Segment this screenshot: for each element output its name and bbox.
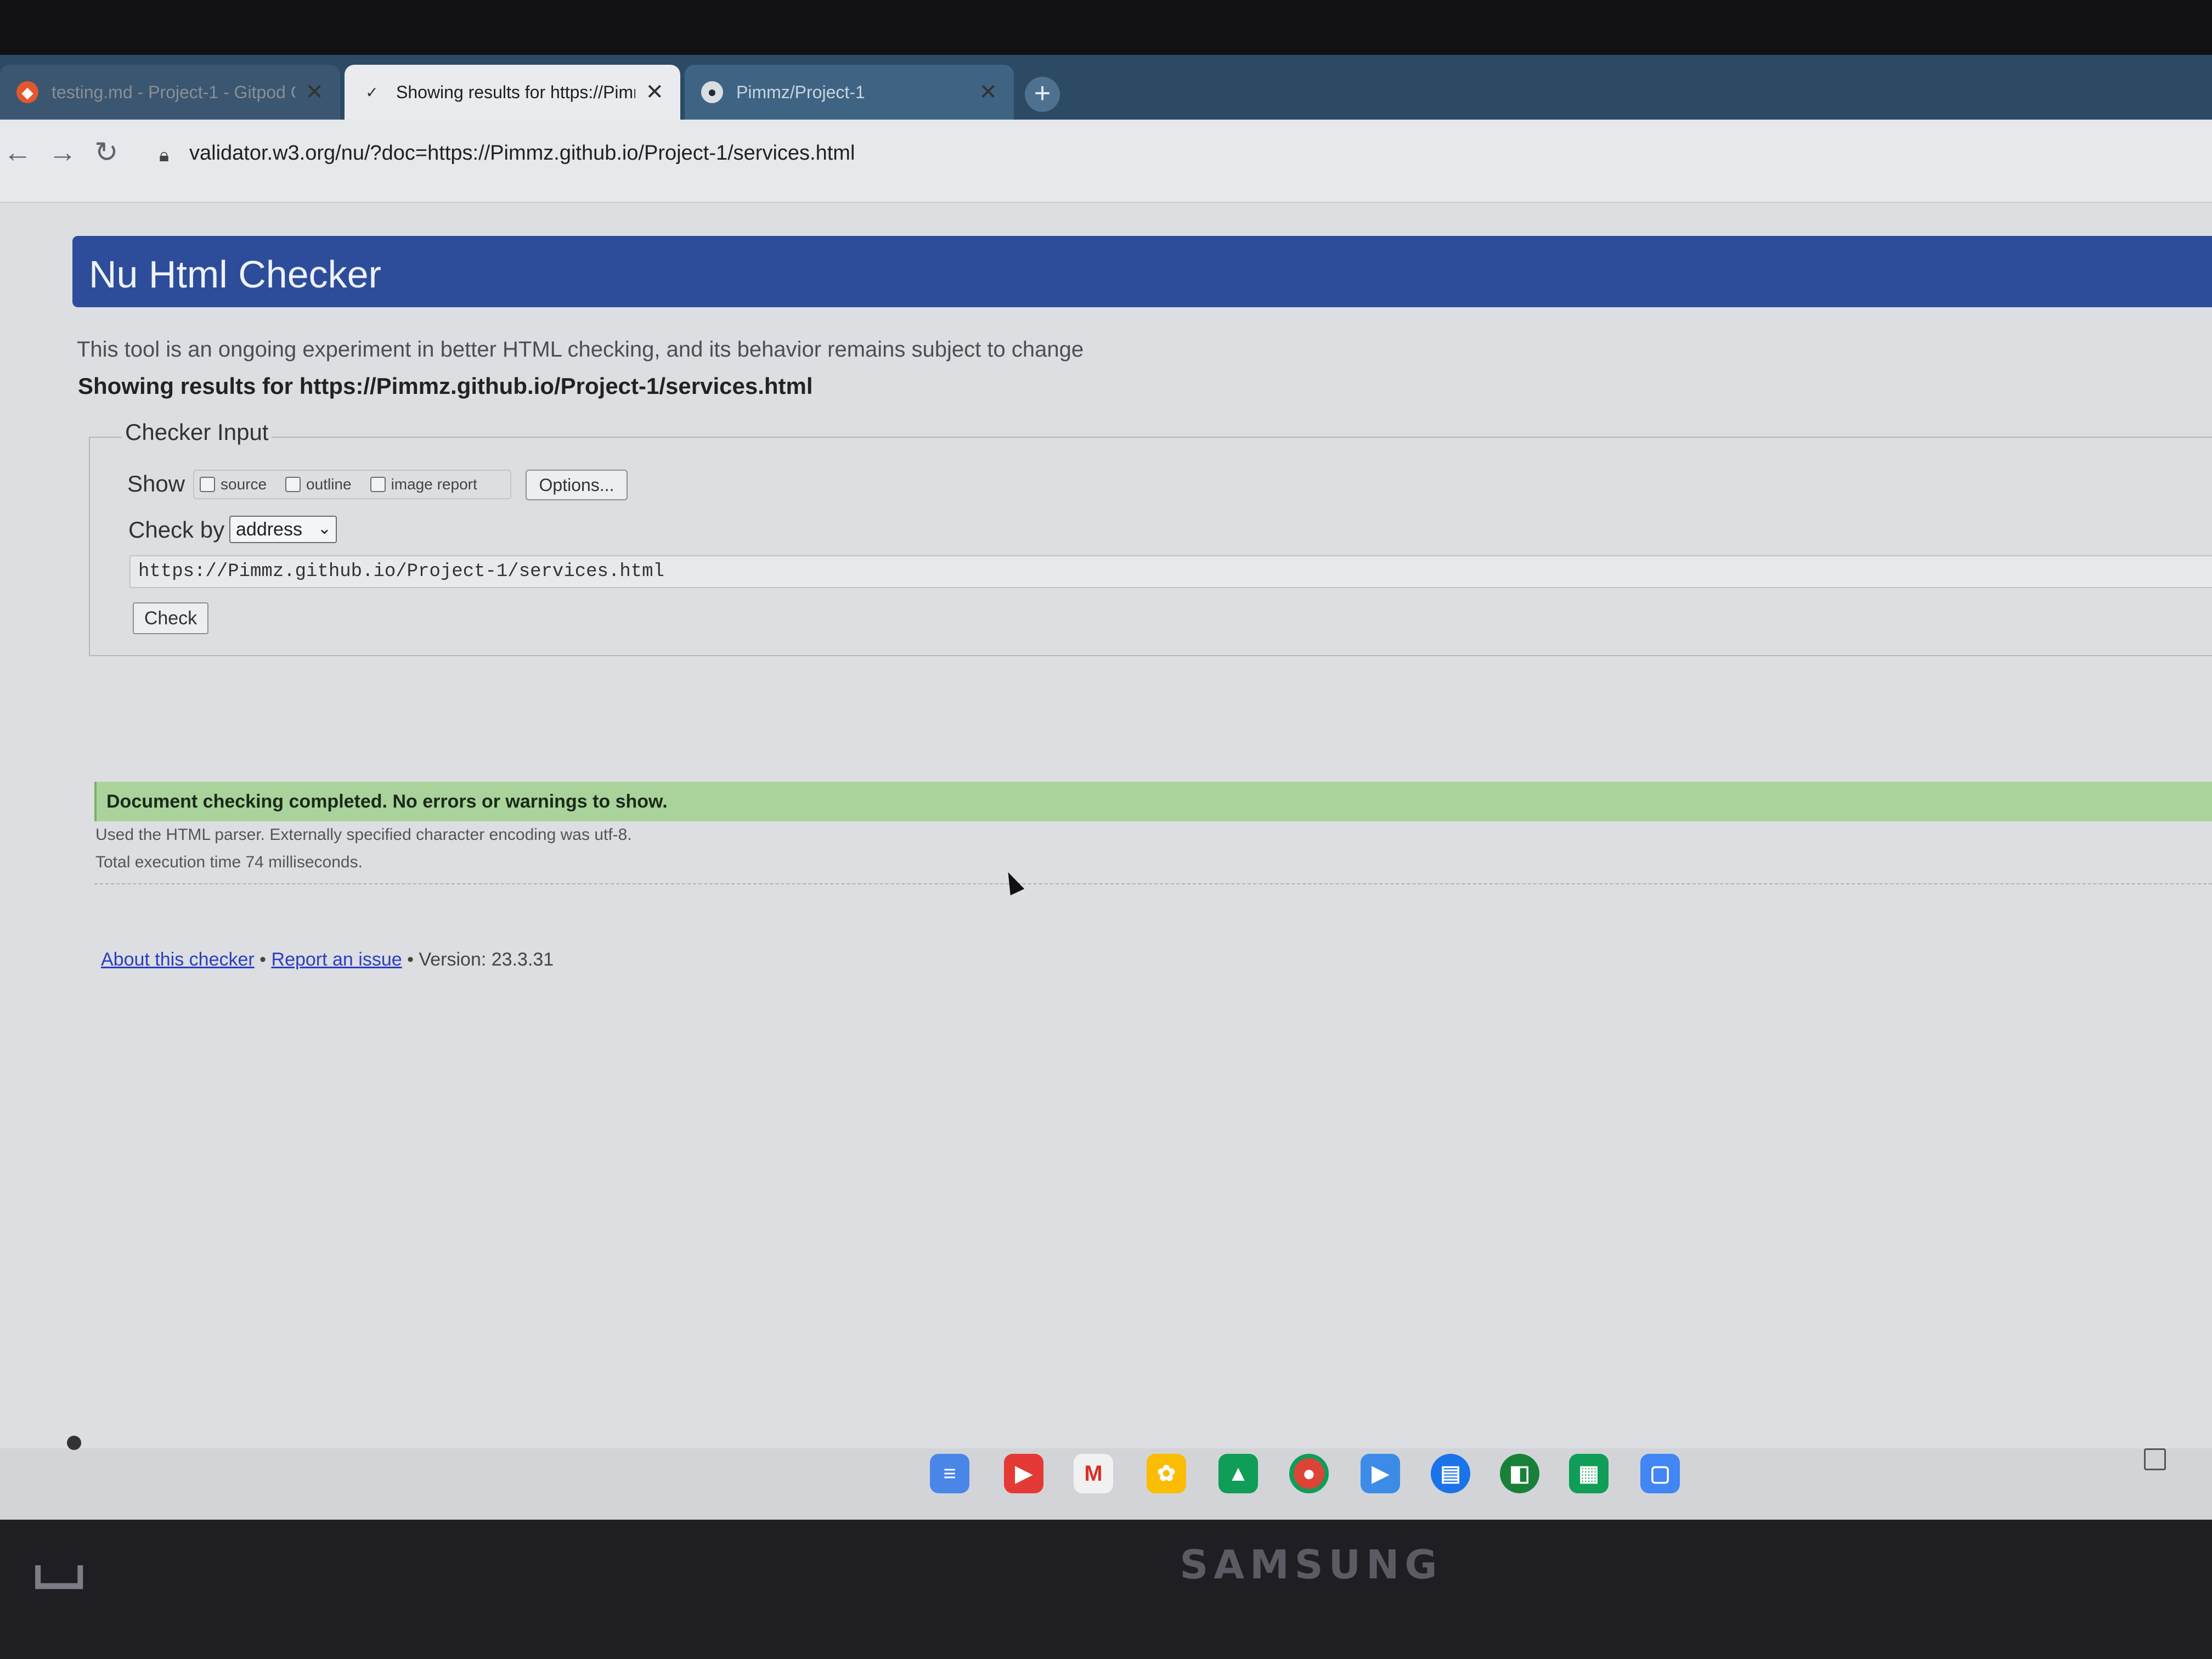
reload-icon[interactable]: ↻ [94, 136, 119, 169]
chevron-down-icon: ⌄ [317, 520, 331, 538]
page-title: Nu Html Checker [89, 253, 381, 296]
execution-time-detail: Total execution time 74 milliseconds. [95, 853, 363, 871]
check-button[interactable]: Check [133, 602, 208, 634]
options-button[interactable]: Options... [526, 470, 628, 500]
docs-app-icon[interactable]: ≡ [930, 1454, 969, 1493]
checker-input-fieldset: Checker Input Show source outline image … [89, 419, 2212, 656]
checkbox-label: image report [391, 476, 477, 493]
show-options-group: source outline image report [193, 470, 511, 499]
laptop-screen: ◆ testing.md - Project-1 - Gitpod C ✕ ✓ … [0, 55, 2212, 1525]
tab-title: Pimmz/Project-1 [736, 82, 865, 102]
checkbox-label: outline [306, 476, 352, 493]
results-heading: Showing results for https://Pimmz.github… [78, 373, 813, 399]
header-banner: Nu Html Checker [72, 236, 2212, 307]
screen-capture-icon[interactable] [2144, 1448, 2166, 1470]
bezel-corner-icon: ┗━┛ [27, 1566, 91, 1607]
address-bar[interactable]: validator.w3.org/nu/?doc=https://Pimmz.g… [189, 142, 855, 165]
sheets-app-icon[interactable]: ▦ [1569, 1454, 1609, 1493]
tab-title: Showing results for https://Pimm [396, 82, 636, 102]
mouse-cursor-icon [1001, 868, 1025, 896]
browser-tab-strip: ◆ testing.md - Project-1 - Gitpod C ✕ ✓ … [0, 55, 2212, 120]
image-report-checkbox[interactable] [370, 477, 386, 492]
outline-checkbox[interactable] [285, 477, 301, 492]
check-by-label: Check by [128, 517, 225, 543]
calendar-app-icon[interactable]: ▢ [1640, 1454, 1680, 1493]
forward-arrow-icon[interactable]: → [48, 136, 77, 169]
device-brand-logo: SAMSUNG [1180, 1542, 1443, 1588]
show-source-option[interactable]: source [200, 476, 267, 493]
check-by-select[interactable]: address ⌄ [229, 516, 337, 543]
version-text: Version: 23.3.31 [419, 949, 554, 970]
files-app-icon[interactable]: ▤ [1431, 1454, 1470, 1493]
browser-tab-github[interactable]: ● Pimmz/Project-1 ✕ [685, 65, 1014, 120]
tab-title: testing.md - Project-1 - Gitpod C [52, 82, 296, 102]
page-content: Nu Html Checker This tool is an ongoing … [0, 203, 2212, 1520]
play-store-app-icon[interactable]: ▶ [1361, 1454, 1400, 1493]
close-tab-icon[interactable]: ✕ [645, 80, 664, 105]
drive-app-icon[interactable]: ▲ [1218, 1454, 1258, 1493]
browser-tab-validator[interactable]: ✓ Showing results for https://Pimm ✕ [345, 65, 680, 120]
browser-tab-gitpod[interactable]: ◆ testing.md - Project-1 - Gitpod C ✕ [0, 65, 340, 120]
footer-separator: • [407, 949, 414, 970]
classroom-app-icon[interactable]: ◧ [1500, 1454, 1539, 1493]
checkbox-label: source [221, 476, 267, 493]
show-image-report-option[interactable]: image report [370, 476, 477, 493]
laptop-bezel-bottom [0, 1520, 2212, 1659]
page-footer: About this checker • Report an issue • V… [101, 949, 554, 970]
browser-toolbar: ← → ↻ 🔒︎ validator.w3.org/nu/?doc=https:… [0, 120, 2212, 202]
back-arrow-icon[interactable]: ← [3, 136, 32, 169]
document-url-input[interactable]: https://Pimmz.github.io/Project-1/servic… [129, 555, 2212, 588]
gmail-app-icon[interactable]: M [1074, 1454, 1113, 1493]
results-divider [94, 883, 2212, 884]
success-message: Document checking completed. No errors o… [94, 782, 2212, 821]
launcher-icon[interactable] [67, 1436, 81, 1450]
github-icon: ● [701, 81, 723, 103]
parser-detail: Used the HTML parser. Externally specifi… [95, 826, 632, 844]
lock-icon[interactable]: 🔒︎ [159, 145, 169, 166]
close-tab-icon[interactable]: ✕ [979, 80, 997, 105]
show-label: Show [127, 471, 185, 496]
youtube-app-icon[interactable]: ▶ [1004, 1454, 1043, 1493]
gitpod-icon: ◆ [16, 81, 38, 103]
close-tab-icon[interactable]: ✕ [305, 80, 324, 105]
page-subtitle: This tool is an ongoing experiment in be… [77, 337, 1084, 362]
show-outline-option[interactable]: outline [285, 476, 352, 493]
check-by-selected-value: address [236, 518, 302, 540]
report-issue-link[interactable]: Report an issue [272, 949, 402, 970]
photos-app-icon[interactable]: ✿ [1147, 1454, 1186, 1493]
w3c-validator-icon: ✓ [365, 83, 379, 101]
new-tab-button[interactable]: + [1025, 77, 1060, 112]
about-checker-link[interactable]: About this checker [101, 949, 255, 970]
chrome-app-icon[interactable]: ● [1289, 1454, 1329, 1493]
footer-separator: • [259, 949, 267, 970]
fieldset-legend: Checker Input [122, 419, 272, 445]
source-checkbox[interactable] [200, 477, 215, 492]
